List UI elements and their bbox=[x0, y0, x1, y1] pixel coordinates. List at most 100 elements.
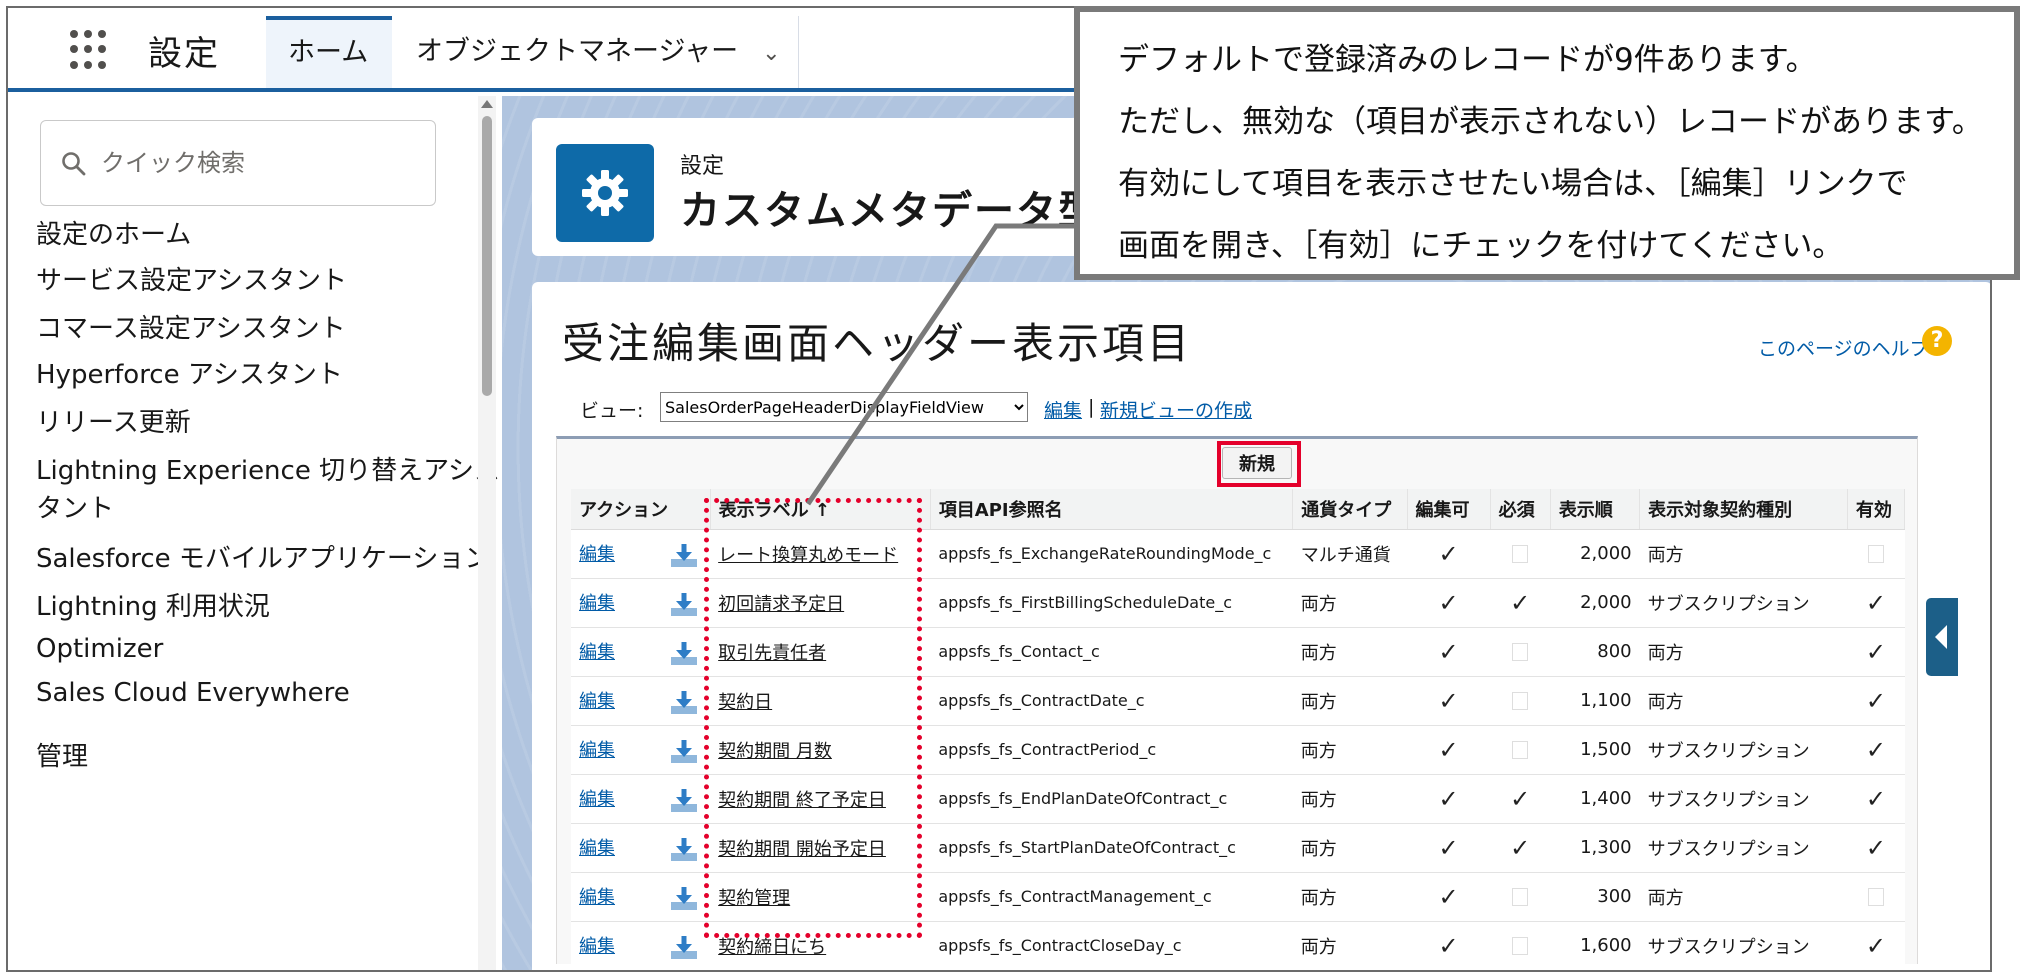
sidebar-item-lightning-transition-cont[interactable]: タント bbox=[36, 488, 114, 525]
cell-action: 編集 bbox=[571, 627, 711, 677]
column-header-editable[interactable]: 編集可 bbox=[1407, 489, 1491, 530]
record-label-link[interactable]: 初回請求予定日 bbox=[718, 594, 844, 615]
column-header-contract-type[interactable]: 表示対象契約種別 bbox=[1639, 489, 1848, 530]
edit-link[interactable]: 編集 bbox=[579, 642, 615, 663]
cell-editable: ✓ bbox=[1407, 578, 1491, 628]
column-header-currency[interactable]: 通貨タイプ bbox=[1292, 489, 1408, 530]
tab-home[interactable]: ホーム bbox=[266, 16, 392, 88]
download-arrow-icon[interactable] bbox=[671, 934, 697, 960]
checkmark-icon: ✓ bbox=[1438, 735, 1459, 764]
download-arrow-icon[interactable] bbox=[671, 542, 697, 568]
quick-find-input[interactable] bbox=[101, 141, 421, 185]
checkmark-icon: ✓ bbox=[1865, 588, 1886, 617]
table-row: 編集 取引先責任者 appsfs_fs_Contact_c 両方 ✓ 800 両方 ✓ bbox=[571, 627, 1905, 677]
edit-link[interactable]: 編集 bbox=[579, 544, 615, 565]
checkmark-icon: ✓ bbox=[1438, 686, 1459, 715]
unchecked-box-icon bbox=[1512, 741, 1529, 759]
record-label-link[interactable]: 契約管理 bbox=[718, 888, 790, 909]
record-label-link[interactable]: 取引先責任者 bbox=[718, 643, 826, 664]
cell-order: 1,500 bbox=[1550, 725, 1640, 775]
checkmark-icon: ✓ bbox=[1510, 784, 1531, 813]
search-icon bbox=[62, 152, 86, 176]
cell-label: 取引先責任者 bbox=[710, 627, 931, 677]
edit-link[interactable]: 編集 bbox=[579, 887, 615, 908]
sidebar-item-service-setup[interactable]: サービス設定アシスタント bbox=[36, 260, 347, 297]
scroll-up-arrow-icon[interactable] bbox=[481, 100, 493, 108]
view-select[interactable]: SalesOrderPageHeaderDisplayFieldView bbox=[660, 392, 1028, 422]
cell-order: 1,100 bbox=[1550, 676, 1640, 726]
cell-api-name: appsfs_fs_ContractDate_c bbox=[930, 676, 1293, 726]
tab-divider bbox=[798, 16, 799, 88]
cell-editable: ✓ bbox=[1407, 774, 1491, 824]
sidebar-item-sales-cloud-everywhere[interactable]: Sales Cloud Everywhere bbox=[36, 678, 350, 708]
checkmark-icon: ✓ bbox=[1865, 833, 1886, 862]
cell-label: 初回請求予定日 bbox=[710, 578, 931, 628]
column-header-order[interactable]: 表示順 bbox=[1550, 489, 1641, 530]
cell-editable: ✓ bbox=[1407, 627, 1491, 677]
help-link[interactable]: このページのヘルプ bbox=[1758, 334, 1929, 361]
edit-link[interactable]: 編集 bbox=[579, 740, 615, 761]
record-label-link[interactable]: 契約期間 月数 bbox=[718, 741, 832, 762]
cell-editable: ✓ bbox=[1407, 823, 1491, 873]
help-icon[interactable]: ? bbox=[1922, 326, 1952, 356]
edit-link[interactable]: 編集 bbox=[579, 936, 615, 957]
checkmark-icon: ✓ bbox=[1865, 931, 1886, 960]
panel-toggle[interactable] bbox=[1926, 598, 1958, 676]
create-new-view-link[interactable]: 新規ビューの作成 bbox=[1100, 396, 1252, 423]
new-button[interactable]: 新規 bbox=[1222, 447, 1292, 479]
record-label-link[interactable]: 契約期間 開始予定日 bbox=[718, 839, 886, 860]
column-header-active[interactable]: 有効 bbox=[1847, 489, 1906, 530]
cell-currency: 両方 bbox=[1292, 921, 1407, 970]
record-label-link[interactable]: レート換算丸めモード bbox=[718, 545, 898, 566]
cell-action: 編集 bbox=[571, 725, 711, 775]
view-separator: | bbox=[1088, 396, 1095, 418]
sidebar-item-lightning-transition[interactable]: Lightning Experience 切り替えアシス bbox=[36, 450, 500, 487]
cell-required bbox=[1490, 627, 1551, 677]
tab-object-manager[interactable]: オブジェクトマネージャー ⌄ bbox=[394, 16, 803, 88]
sidebar-item-setup-home[interactable]: 設定のホーム bbox=[36, 214, 191, 251]
cell-action: 編集 bbox=[571, 529, 711, 579]
checkmark-icon: ✓ bbox=[1865, 784, 1886, 813]
edit-link[interactable]: 編集 bbox=[579, 838, 615, 859]
download-arrow-icon[interactable] bbox=[671, 738, 697, 764]
cell-currency: 両方 bbox=[1292, 774, 1407, 824]
quick-find-box[interactable] bbox=[40, 120, 436, 206]
checkmark-icon: ✓ bbox=[1438, 784, 1459, 813]
tab-object-manager-label: オブジェクトマネージャー bbox=[416, 36, 739, 67]
sidebar-scrollbar[interactable] bbox=[478, 96, 496, 970]
column-header-required[interactable]: 必須 bbox=[1490, 489, 1551, 530]
cell-required bbox=[1490, 676, 1551, 726]
column-header-label[interactable]: 表示ラベル ↑ bbox=[710, 489, 931, 530]
download-arrow-icon[interactable] bbox=[671, 885, 697, 911]
download-arrow-icon[interactable] bbox=[671, 640, 697, 666]
edit-link[interactable]: 編集 bbox=[579, 691, 615, 712]
download-arrow-icon[interactable] bbox=[671, 787, 697, 813]
waffle-icon[interactable] bbox=[70, 30, 110, 70]
sidebar-item-release-updates[interactable]: リリース更新 bbox=[36, 402, 191, 439]
edit-link[interactable]: 編集 bbox=[579, 789, 615, 810]
column-header-api-name[interactable]: 項目API参照名 bbox=[930, 489, 1294, 530]
sidebar-item-commerce-setup[interactable]: コマース設定アシスタント bbox=[36, 308, 346, 345]
callout-line: デフォルトで登録済みのレコードが9件あります。 bbox=[1118, 42, 1817, 78]
download-arrow-icon[interactable] bbox=[671, 836, 697, 862]
scrollbar-thumb[interactable] bbox=[482, 116, 492, 396]
record-label-link[interactable]: 契約期間 終了予定日 bbox=[718, 790, 886, 811]
cell-order: 1,400 bbox=[1550, 774, 1640, 824]
chevron-down-icon[interactable]: ⌄ bbox=[762, 18, 780, 90]
record-label-link[interactable]: 契約日 bbox=[718, 692, 772, 713]
cell-active bbox=[1847, 529, 1905, 579]
table-row: 編集 契約期間 月数 appsfs_fs_ContractPeriod_c 両方 ✓ 1,… bbox=[571, 725, 1905, 775]
download-arrow-icon[interactable] bbox=[671, 689, 697, 715]
record-label-link[interactable]: 契約締日にち bbox=[718, 937, 826, 958]
view-edit-link[interactable]: 編集 bbox=[1044, 396, 1082, 423]
sidebar-item-hyperforce[interactable]: Hyperforce アシスタント bbox=[36, 354, 343, 391]
sidebar-item-mobile-app[interactable]: Salesforce モバイルアプリケーション bbox=[36, 538, 490, 575]
checkmark-icon: ✓ bbox=[1438, 637, 1459, 666]
cell-required: ✓ bbox=[1490, 823, 1551, 873]
download-arrow-icon[interactable] bbox=[671, 591, 697, 617]
edit-link[interactable]: 編集 bbox=[579, 593, 615, 614]
sidebar-item-optimizer[interactable]: Optimizer bbox=[36, 634, 163, 664]
caret-left-icon bbox=[1935, 625, 1947, 649]
sidebar-item-lightning-usage[interactable]: Lightning 利用状況 bbox=[36, 586, 270, 623]
table-header-row: アクション 表示ラベル ↑ 項目API参照名 通貨タイプ 編集可 必須 表示順 … bbox=[571, 489, 1906, 530]
